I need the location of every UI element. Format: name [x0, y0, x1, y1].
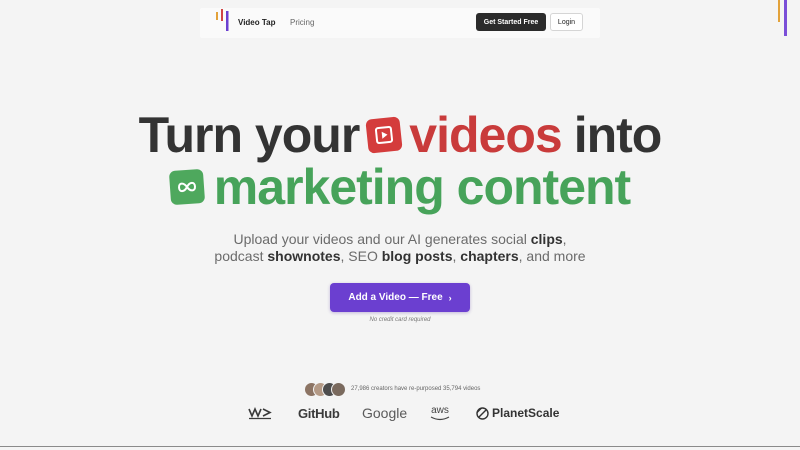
brand-name[interactable]: Video Tap	[238, 18, 276, 27]
get-started-button[interactable]: Get Started Free	[476, 13, 546, 31]
subtitle-bold-shownotes: shownotes	[267, 248, 341, 264]
aws-logo: aws	[430, 402, 450, 424]
creator-avatars	[304, 382, 346, 397]
chevron-right-icon: ›	[448, 292, 452, 303]
headline-marketing-content: marketing content	[213, 159, 631, 215]
hero-subtitle-line2: podcast shownotes, SEO blog posts, chapt…	[0, 247, 800, 265]
subtitle-text: , and more	[518, 248, 586, 264]
aws-smile-icon	[430, 416, 450, 421]
subtitle-text: podcast	[214, 248, 268, 264]
corner-accent-icon	[778, 0, 787, 36]
aws-wordmark: aws	[431, 405, 449, 416]
top-navbar: Video Tap Pricing Get Started Free Login	[200, 8, 600, 38]
no-credit-card-note: No credit card required	[369, 317, 431, 323]
hero-headline-line1: Turn your videos into	[0, 110, 800, 160]
play-icon	[365, 116, 403, 154]
subtitle-bold-clips: clips	[530, 231, 563, 247]
subtitle-bold-chapters: chapters	[460, 248, 519, 264]
login-button[interactable]: Login	[550, 13, 583, 31]
planetscale-icon	[476, 406, 489, 420]
wm-logo-icon	[248, 402, 272, 424]
nav-link-pricing[interactable]: Pricing	[290, 18, 314, 27]
infinity-icon	[168, 168, 205, 206]
page-bottom-divider	[0, 446, 800, 447]
headline-videos: videos	[409, 107, 562, 163]
add-video-button[interactable]: Add a Video — Free ›	[330, 283, 470, 312]
github-logo: GitHub	[298, 405, 340, 421]
subtitle-bold-blog-posts: blog posts	[381, 248, 453, 264]
social-proof-text: 27,986 creators have re-purposed 35,794 …	[351, 386, 481, 392]
headline-into: into	[573, 107, 663, 163]
subtitle-text: , SEO	[340, 248, 382, 264]
subtitle-text: Upload your videos and our AI generates …	[233, 231, 531, 247]
hero-subtitle-line1: Upload your videos and our AI generates …	[0, 230, 800, 248]
headline-turn-your: Turn your	[138, 107, 361, 163]
avatar	[331, 382, 346, 397]
cta-label: Add a Video — Free	[348, 292, 443, 303]
logo-bars-icon[interactable]	[216, 9, 230, 31]
google-logo: Google	[362, 405, 408, 421]
hero-headline-line2: marketing content	[0, 162, 800, 212]
planetscale-wordmark: PlanetScale	[492, 406, 560, 420]
customer-logos: GitHub Google aws PlanetScale	[0, 402, 800, 424]
subtitle-text: ,	[562, 231, 567, 247]
planetscale-logo: PlanetScale	[476, 402, 559, 424]
